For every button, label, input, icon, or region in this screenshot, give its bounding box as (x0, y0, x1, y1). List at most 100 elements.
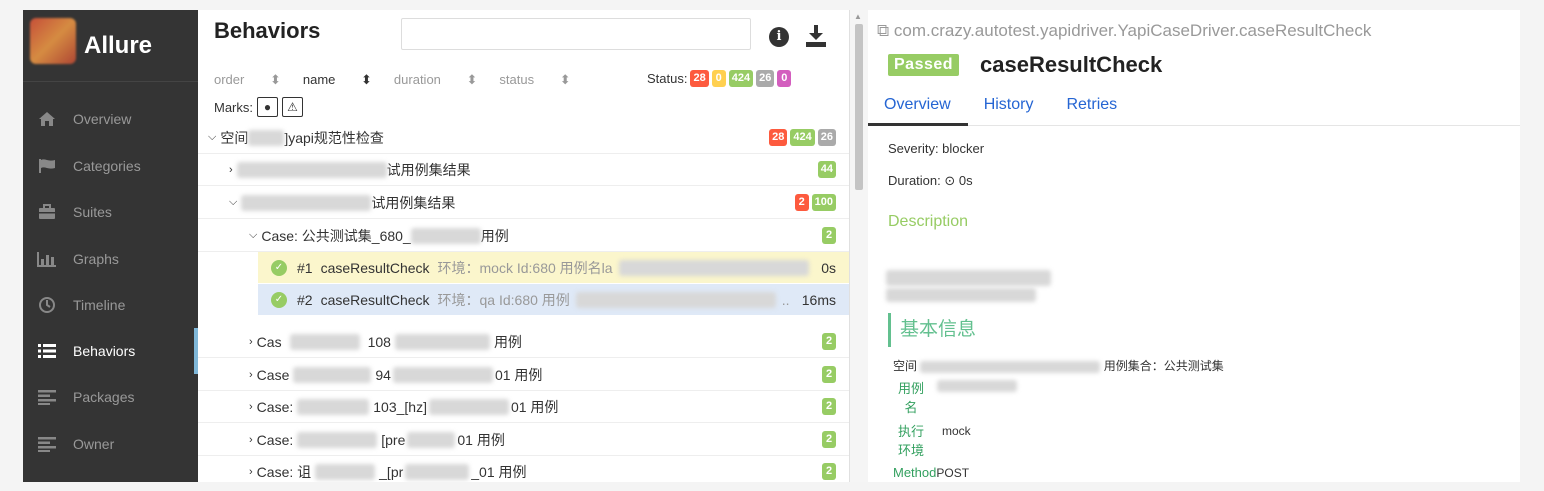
status-toggle-failed[interactable]: 28 (690, 70, 709, 87)
tree-case[interactable]: ⌵ Case: 公共测试集_680_ 用例 2 (198, 220, 849, 252)
tree-case[interactable]: › Case: 103_[hz] 01 用例 2 (198, 391, 849, 423)
info-space-prefix: 空间 (893, 359, 918, 373)
redacted-text (407, 431, 456, 448)
group-label-suffix: 试用例集结果 (386, 161, 471, 178)
tree-case[interactable]: › Case: 诅 _[pr _01 用例 2 (198, 456, 849, 482)
full-name-text: com.crazy.autotest.yapidriver.YapiCaseDr… (893, 21, 1372, 40)
case-label-part: 01 用例 (494, 366, 543, 383)
detail-tabs: Overview History Retries (868, 90, 1520, 126)
tab-retries[interactable]: Retries (1050, 90, 1134, 126)
flag-icon (36, 158, 58, 174)
test-env: 环境：mock Id:680 用例名la (437, 259, 613, 276)
tree-case[interactable]: › Cas 108 用例 2 (198, 326, 849, 358)
group-counts: 28 424 26 (769, 129, 836, 146)
status-toggle-broken[interactable]: 0 (711, 70, 726, 87)
test-row[interactable]: ✓ #1 caseResultCheck 环境：mock Id:680 用例名l… (258, 252, 849, 283)
redacted-text (394, 333, 490, 350)
bomb-icon[interactable]: ● (257, 97, 278, 117)
warning-icon[interactable]: ⚠ (282, 97, 303, 117)
tree-group[interactable]: › 试用例集结果 44 (198, 154, 849, 186)
case-label-part: 108 (367, 333, 391, 350)
marks-filter: Marks: ● ⚠ (214, 97, 303, 117)
chevron-right-icon: › (249, 465, 253, 478)
tab-history[interactable]: History (968, 90, 1051, 126)
tab-overview[interactable]: Overview (868, 90, 968, 126)
allure-report-window: Allure Overview Categories Suites Graphs (23, 10, 1520, 482)
group-counts: 44 (817, 161, 836, 178)
brand-name: Allure (84, 32, 153, 59)
sort-duration[interactable]: duration ⬍ (394, 72, 478, 88)
count-passed: 424 (790, 129, 815, 146)
sidebar-item-packages[interactable]: Packages (23, 374, 198, 420)
case-label-part: _01 用例 (471, 463, 527, 480)
sort-order[interactable]: order ⬍ (214, 72, 281, 88)
test-detail-pane: ⧉ com.crazy.autotest.yapidriver.YapiCase… (868, 10, 1520, 482)
case-count: 2 (822, 227, 836, 244)
clock-icon (36, 296, 58, 314)
sort-status[interactable]: status ⬍ (499, 72, 570, 88)
case-label-part: 94 (375, 366, 391, 383)
tree-case[interactable]: › Case 94 01 用例 2 (198, 359, 849, 391)
check-circle-icon: ✓ (271, 259, 287, 276)
status-badge: Passed (888, 54, 960, 76)
count-passed: 2 (822, 366, 836, 383)
sidebar-item-graphs[interactable]: Graphs (23, 236, 198, 282)
info-icon[interactable]: i (769, 27, 789, 47)
sort-name[interactable]: name ⬍ (303, 72, 372, 88)
sidebar-item-overview[interactable]: Overview (23, 96, 198, 142)
tree-group[interactable]: ⌵ 试用例集结果 2 100 (198, 187, 849, 219)
redacted-text (293, 366, 372, 383)
test-full-name[interactable]: ⧉ com.crazy.autotest.yapidriver.YapiCase… (877, 21, 1371, 41)
bar-chart-icon (36, 251, 58, 267)
case-label-part: Case (256, 366, 290, 383)
group-counts: 2 100 (794, 194, 836, 211)
chevron-right-icon: › (249, 368, 253, 381)
status-toggle-skipped[interactable]: 26 (756, 70, 775, 87)
scroll-up-icon[interactable]: ▲ (854, 12, 862, 21)
case-label-suffix: 用例 (480, 227, 509, 244)
status-toggle-passed[interactable]: 424 (728, 70, 754, 87)
status-toggle-unknown[interactable]: 0 (777, 70, 792, 87)
sidebar-item-owner[interactable]: Owner (23, 421, 198, 467)
count-failed: 2 (794, 194, 809, 211)
sidebar-item-label: Packages (73, 389, 135, 405)
count-passed: 44 (817, 161, 836, 178)
download-icon[interactable] (805, 24, 827, 48)
clock-icon: ⊙ (944, 173, 956, 188)
description-label: Description (888, 213, 969, 230)
align-left-icon (36, 436, 58, 452)
method-key: Method (893, 465, 937, 480)
tree-scrollbar[interactable]: ▲ (850, 10, 868, 482)
sidebar-item-behaviors[interactable]: Behaviors (23, 328, 198, 374)
count-failed: 28 (769, 129, 788, 146)
test-ellipsis: .. (781, 291, 790, 308)
marks-label: Marks: (214, 99, 253, 115)
test-number: #2 (297, 291, 313, 308)
sidebar-item-suites[interactable]: Suites (23, 189, 198, 235)
count-passed: 2 (822, 398, 836, 415)
count-passed: 100 (811, 194, 836, 211)
tree-group-root[interactable]: ⌵ 空间 ]yapi规范性检查 28 424 26 (198, 122, 849, 154)
scroll-thumb[interactable] (855, 24, 863, 190)
status-filter: Status: 28 0 424 26 0 (647, 70, 792, 87)
case-label-part: 01 用例 (457, 431, 505, 448)
tree-case[interactable]: › Case: [pre 01 用例 2 (198, 424, 849, 456)
severity: Severity: blocker (888, 141, 985, 156)
redacted-text (315, 463, 376, 480)
test-row-selected[interactable]: ✓ #2 caseResultCheck 环境：qa Id:680 用例 .. … (258, 284, 849, 315)
count-passed: 2 (822, 463, 836, 480)
sidebar-item-timeline[interactable]: Timeline (23, 282, 198, 328)
chevron-right-icon: › (249, 433, 253, 446)
behaviors-pane: Behaviors i order ⬍ name ⬍ duration ⬍ st… (198, 10, 850, 482)
briefcase-icon (36, 204, 58, 220)
brand[interactable]: Allure (23, 10, 198, 82)
redacted-text (405, 463, 470, 480)
chevron-right-icon: › (249, 335, 253, 348)
info-env-value: mock (942, 424, 971, 438)
copy-icon[interactable]: ⧉ (877, 21, 889, 40)
redacted-text (575, 291, 776, 308)
search-input[interactable] (401, 18, 751, 50)
group-label-suffix: 试用例集结果 (371, 194, 456, 211)
sidebar-item-categories[interactable]: Categories (23, 143, 198, 189)
check-circle-icon: ✓ (271, 291, 287, 308)
